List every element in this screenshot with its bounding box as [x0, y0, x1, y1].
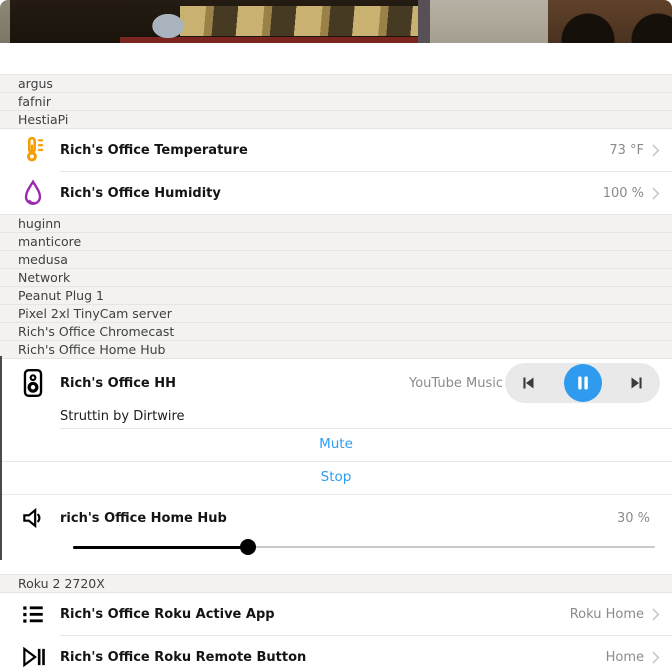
- list-item-label: Rich's Office Chromecast: [18, 324, 174, 339]
- list-item-label: Roku 2 2720X: [18, 576, 105, 591]
- roku-remote-value: Home: [606, 650, 644, 665]
- chevron-right-icon: [652, 651, 660, 664]
- volume-slider-fill: [73, 546, 248, 549]
- water-drop-icon: [20, 179, 60, 207]
- speaker-icon: [20, 368, 60, 398]
- chevron-right-icon: [652, 144, 660, 157]
- volume-label: rich's Office Home Hub: [60, 511, 617, 526]
- thermometer-icon: [20, 136, 60, 164]
- list-item-label: HestiaPi: [18, 112, 68, 127]
- volume-icon: [20, 505, 60, 531]
- list-icon: [20, 601, 60, 627]
- temperature-row[interactable]: Rich's Office Temperature 73 °F: [0, 129, 672, 171]
- media-player-row[interactable]: Rich's Office HH YouTube Music: [0, 359, 672, 407]
- list-item-label: Network: [18, 270, 70, 285]
- scroll-indicator[interactable]: [0, 356, 2, 560]
- host-list-group-a: argus fafnir HestiaPi: [0, 74, 672, 129]
- humidity-value: 100 %: [603, 186, 644, 201]
- volume-slider-knob[interactable]: [240, 539, 256, 555]
- list-item-label: Peanut Plug 1: [18, 288, 104, 303]
- skip-next-button[interactable]: [626, 372, 648, 394]
- list-item-label: huginn: [18, 216, 61, 231]
- list-item-tinycam[interactable]: Pixel 2xl TinyCam server: [0, 305, 672, 323]
- humidity-row[interactable]: Rich's Office Humidity 100 %: [0, 172, 672, 214]
- list-item-roku[interactable]: Roku 2 2720X: [0, 575, 672, 593]
- list-item-argus[interactable]: argus: [0, 75, 672, 93]
- media-player-card: Rich's Office HH YouTube Music Struttin …: [0, 359, 672, 566]
- chevron-right-icon: [652, 187, 660, 200]
- stop-button[interactable]: Stop: [0, 462, 672, 494]
- roku-active-app-row[interactable]: Rich's Office Roku Active App Roku Home: [0, 593, 672, 635]
- list-item-hestiapi[interactable]: HestiaPi: [0, 111, 672, 129]
- chevron-right-icon: [652, 608, 660, 621]
- list-item-home-hub[interactable]: Rich's Office Home Hub: [0, 341, 672, 359]
- list-item-label: Rich's Office Home Hub: [18, 342, 165, 357]
- roku-remote-label: Rich's Office Roku Remote Button: [60, 650, 606, 665]
- volume-value: 30 %: [617, 511, 650, 526]
- temperature-label: Rich's Office Temperature: [60, 143, 609, 158]
- list-item-label: medusa: [18, 252, 68, 267]
- skip-previous-button[interactable]: [517, 372, 539, 394]
- media-track-title: Struttin by Dirtwire: [60, 407, 672, 428]
- list-item-label: argus: [18, 76, 53, 91]
- roku-active-app-value: Roku Home: [570, 607, 644, 622]
- list-item-manticore[interactable]: manticore: [0, 233, 672, 251]
- spacer: [0, 43, 672, 74]
- pause-button[interactable]: [564, 364, 602, 402]
- host-list-group-c: Roku 2 2720X: [0, 574, 672, 593]
- media-controls: [505, 363, 660, 403]
- list-item-huginn[interactable]: huginn: [0, 215, 672, 233]
- list-item-peanut-plug[interactable]: Peanut Plug 1: [0, 287, 672, 305]
- list-item-medusa[interactable]: medusa: [0, 251, 672, 269]
- list-item-label: Pixel 2xl TinyCam server: [18, 306, 172, 321]
- roku-active-app-label: Rich's Office Roku Active App: [60, 607, 570, 622]
- mute-button[interactable]: Mute: [0, 429, 672, 461]
- volume-row: rich's Office Home Hub 30 %: [0, 495, 672, 533]
- list-item-chromecast[interactable]: Rich's Office Chromecast: [0, 323, 672, 341]
- volume-slider[interactable]: [73, 533, 655, 566]
- media-app-name: YouTube Music: [409, 376, 503, 391]
- media-player-label: Rich's Office HH: [60, 376, 409, 391]
- spacer: [0, 566, 672, 574]
- humidity-label: Rich's Office Humidity: [60, 186, 603, 201]
- list-item-network[interactable]: Network: [0, 269, 672, 287]
- list-item-label: manticore: [18, 234, 81, 249]
- temperature-value: 73 °F: [609, 143, 644, 158]
- host-list-group-b: huginn manticore medusa Network Peanut P…: [0, 214, 672, 359]
- play-pause-icon: [20, 644, 60, 670]
- roku-remote-button-row[interactable]: Rich's Office Roku Remote Button Home: [0, 636, 672, 670]
- list-item-fafnir[interactable]: fafnir: [0, 93, 672, 111]
- header-photo: [0, 0, 672, 43]
- list-item-label: fafnir: [18, 94, 51, 109]
